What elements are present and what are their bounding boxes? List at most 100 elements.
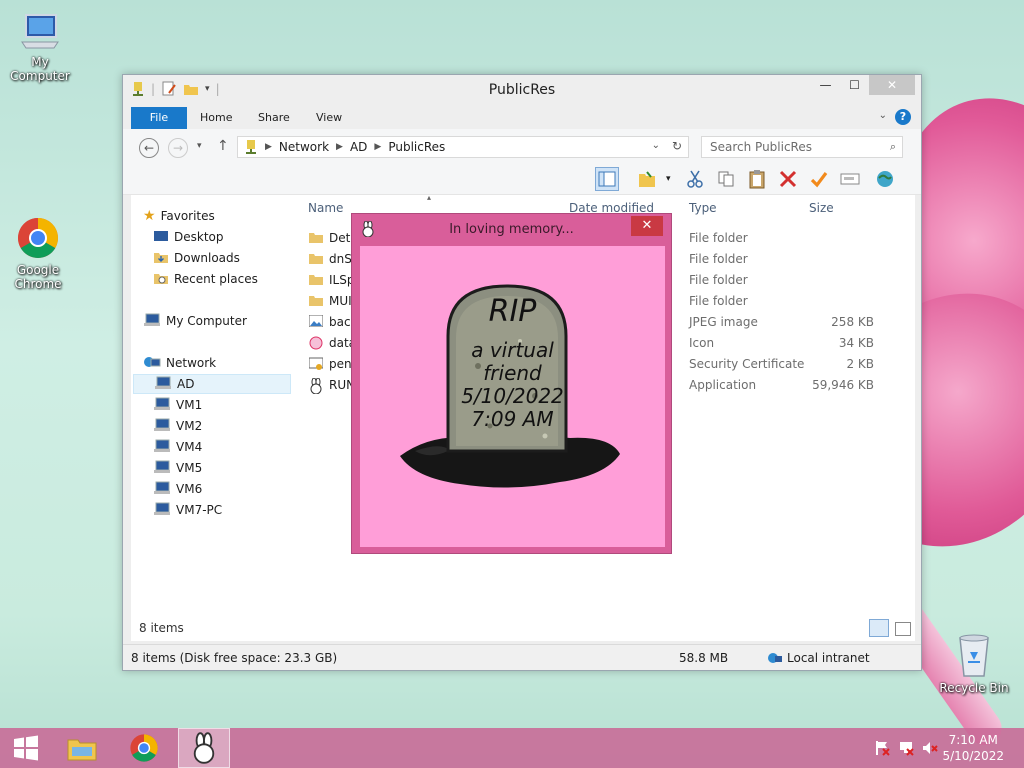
nav-recent-places[interactable]: Recent places — [153, 269, 311, 289]
file-type: Security Certificate — [689, 357, 805, 371]
cut-icon[interactable] — [683, 167, 707, 191]
file-type: JPEG image — [689, 315, 758, 329]
paste-icon[interactable] — [745, 167, 769, 191]
nav-network[interactable]: Network — [143, 353, 301, 373]
nav-label: Network — [166, 356, 217, 370]
application-icon — [309, 377, 323, 397]
nav-vm5[interactable]: VM5 — [153, 458, 311, 478]
column-header-name[interactable]: Name — [308, 201, 343, 215]
nav-ad[interactable]: AD — [133, 374, 291, 394]
taskbar-file-explorer[interactable] — [56, 728, 108, 768]
computer-icon — [153, 418, 171, 435]
forward-button[interactable]: → — [168, 138, 188, 158]
file-size: 59,946 KB — [812, 378, 874, 392]
memory-title-bar[interactable]: In loving memory... ✕ — [352, 214, 671, 244]
status-zone: Local intranet — [787, 651, 870, 665]
action-center-flag-icon[interactable] — [874, 740, 890, 756]
tombstone-date: 5/10/2022 — [461, 384, 564, 408]
nav-vm6[interactable]: VM6 — [153, 479, 311, 499]
folder-icon — [309, 294, 323, 309]
nav-favorites[interactable]: ★ Favorites — [143, 206, 301, 226]
breadcrumb-network[interactable]: Network — [279, 140, 329, 154]
column-header-size[interactable]: Size — [809, 201, 834, 215]
status-bar: 8 items (Disk free space: 23.3 GB) 58.8 … — [123, 644, 921, 670]
custom-toolbar: ▾ — [123, 163, 921, 195]
up-arrow-icon[interactable]: ↑ — [217, 138, 229, 154]
minimize-button[interactable]: — — [811, 75, 840, 95]
nav-vm7-pc[interactable]: VM7-PC — [153, 500, 311, 520]
file-explorer-icon — [67, 739, 97, 761]
tombstone-line: friend — [483, 361, 542, 385]
volume-muted-icon[interactable] — [922, 740, 938, 756]
file-type: File folder — [689, 252, 748, 266]
file-type: File folder — [689, 294, 748, 308]
search-input[interactable]: Search PublicRes ⌕ — [701, 136, 903, 158]
checkmark-icon[interactable] — [807, 167, 831, 191]
nav-desktop[interactable]: Desktop — [153, 227, 311, 247]
nav-vm4[interactable]: VM4 — [153, 437, 311, 457]
downloads-icon — [153, 250, 169, 267]
preview-pane-icon[interactable] — [595, 167, 619, 191]
file-type: File folder — [689, 273, 748, 287]
nav-label: Recent places — [174, 272, 258, 286]
back-button[interactable]: ← — [139, 138, 159, 158]
rename-icon[interactable] — [838, 167, 862, 191]
address-dropdown-icon[interactable]: ⌄ — [652, 140, 660, 151]
desktop-icon-recycle-bin[interactable]: Recycle Bin — [934, 630, 1014, 695]
close-button[interactable]: ✕ — [869, 75, 915, 95]
desktop-icon-chrome[interactable]: Google Chrome — [0, 216, 78, 291]
tab-view[interactable]: View — [316, 107, 342, 129]
item-count: 8 items — [139, 621, 184, 635]
folder-options-icon[interactable] — [635, 167, 659, 191]
refresh-icon[interactable]: ↻ — [672, 139, 682, 153]
nav-label: VM6 — [176, 482, 203, 496]
taskbar-bunny-app[interactable] — [178, 728, 230, 768]
delete-icon[interactable] — [776, 167, 800, 191]
large-icons-view-icon[interactable] — [895, 622, 911, 636]
memory-close-button[interactable]: ✕ — [631, 216, 663, 236]
folder-icon — [309, 273, 323, 288]
breadcrumb-publicres[interactable]: PublicRes — [388, 140, 445, 154]
start-button[interactable] — [0, 728, 52, 768]
taskbar-clock[interactable]: 7:10 AM 5/10/2022 — [942, 732, 1004, 764]
tab-share[interactable]: Share — [258, 107, 290, 129]
help-icon[interactable]: ? — [895, 109, 911, 125]
nav-vm2[interactable]: VM2 — [153, 416, 311, 436]
recent-locations-icon[interactable]: ▾ — [197, 141, 202, 151]
file-type: Application — [689, 378, 757, 392]
breadcrumb-arrow-icon: ▶ — [336, 142, 343, 152]
copy-icon[interactable] — [714, 167, 738, 191]
search-icon: ⌕ — [889, 140, 896, 153]
memory-title: In loving memory... — [449, 222, 574, 237]
chrome-icon — [18, 218, 58, 258]
maximize-button[interactable]: ☐ — [840, 75, 869, 95]
details-view-icon[interactable] — [869, 619, 889, 637]
nav-label: Desktop — [174, 230, 224, 244]
title-bar[interactable]: | ▾ | PublicRes — ☐ ✕ — [123, 75, 921, 105]
computer-icon — [154, 376, 172, 393]
globe-icon[interactable] — [873, 167, 897, 191]
tab-file[interactable]: File — [131, 107, 187, 129]
tombstone-line: a virtual — [471, 338, 554, 362]
chevron-down-icon[interactable]: ▾ — [666, 174, 671, 184]
nav-downloads[interactable]: Downloads — [153, 248, 311, 268]
file-size: 34 KB — [838, 336, 874, 350]
icon-file-icon — [309, 336, 323, 353]
chrome-icon — [130, 734, 158, 762]
nav-vm1[interactable]: VM1 — [153, 395, 311, 415]
ribbon-expand-icon[interactable]: ⌄ — [879, 110, 887, 121]
desktop-icon-my-computer[interactable]: My Computer — [0, 12, 80, 83]
computer-icon — [153, 439, 171, 456]
memory-content: RIP a virtual friend 5/10/2022 7:09 AM — [360, 246, 665, 547]
tab-home[interactable]: Home — [200, 107, 232, 129]
network-tray-icon[interactable] — [898, 740, 914, 756]
breadcrumb-ad[interactable]: AD — [350, 140, 367, 154]
computer-icon — [21, 14, 59, 49]
taskbar-chrome[interactable] — [118, 728, 170, 768]
memory-window: In loving memory... ✕ RIP a virtual frie… — [351, 213, 672, 554]
address-bar[interactable]: ▶ Network ▶ AD ▶ PublicRes ⌄ ↻ — [237, 136, 689, 158]
recycle-bin-icon — [959, 634, 989, 677]
status-disk-info: 8 items (Disk free space: 23.3 GB) — [131, 651, 338, 665]
column-header-type[interactable]: Type — [689, 201, 717, 215]
nav-my-computer[interactable]: My Computer — [143, 311, 301, 331]
